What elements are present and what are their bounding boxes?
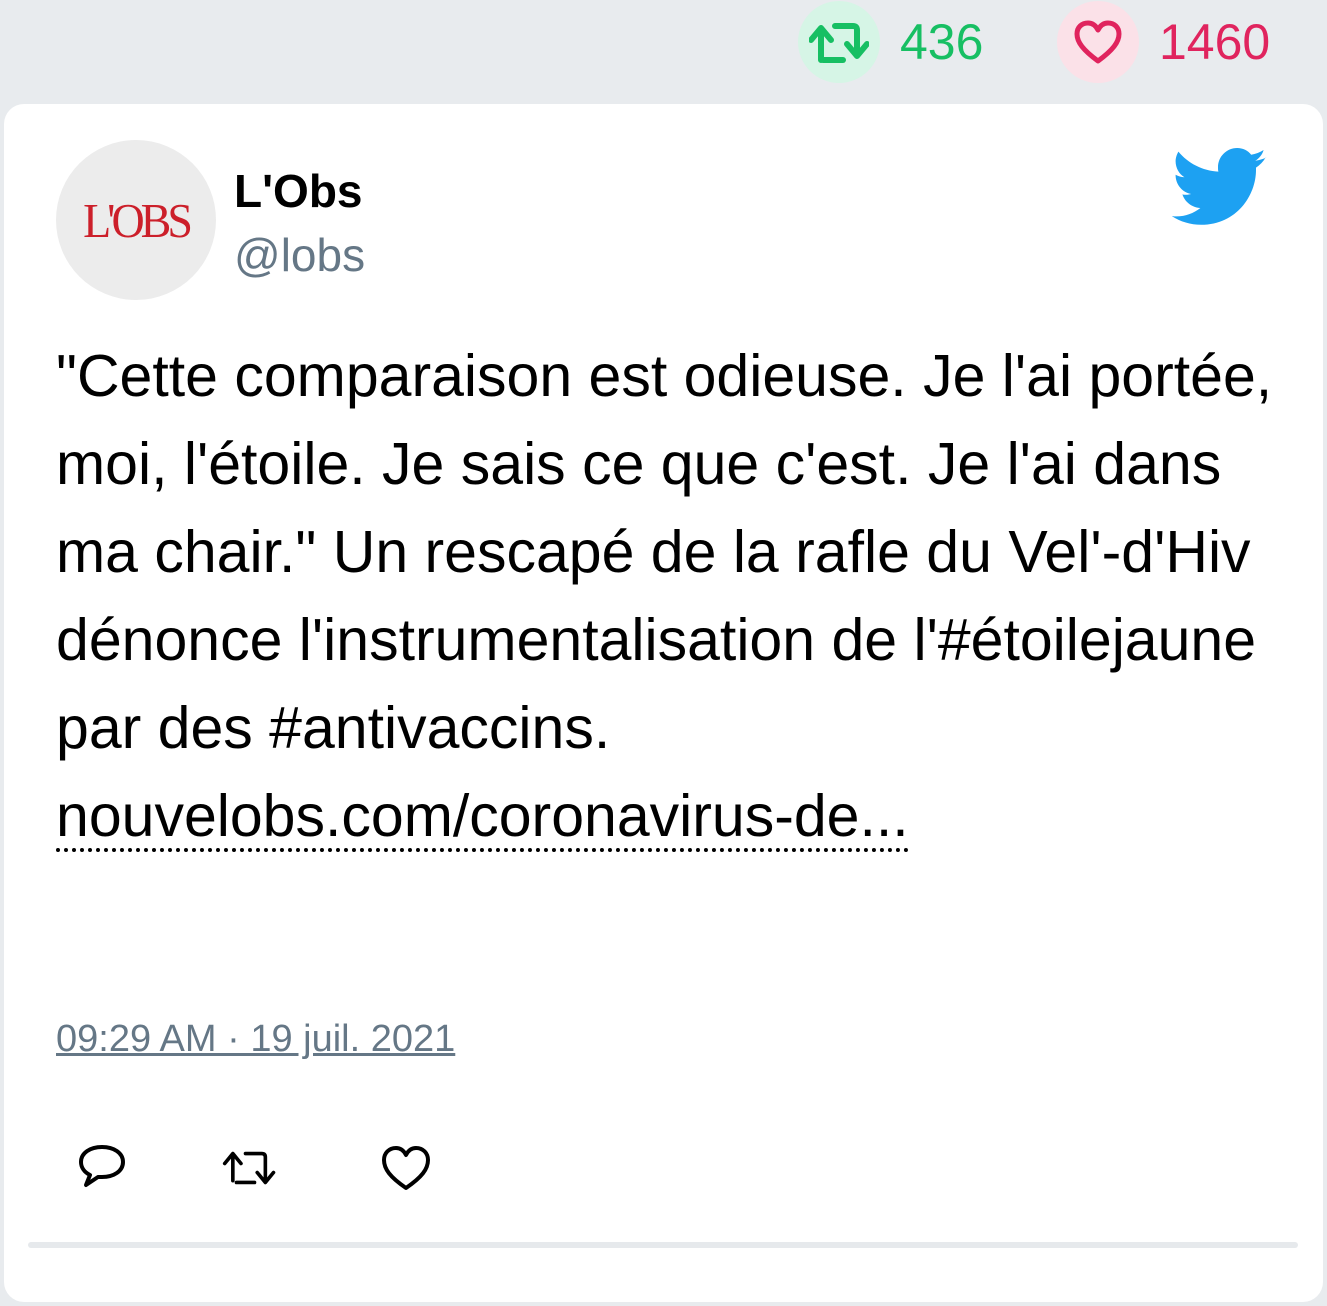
retweet-icon [222,1151,276,1185]
avatar[interactable]: L'OBS [56,140,216,300]
reply-icon [79,1145,125,1187]
author-handle[interactable]: @lobs [234,232,365,278]
tweet-card: L'OBS L'Obs @lobs "Cette comparaison est… [4,104,1323,1302]
avatar-logo-text: L'OBS [83,193,193,247]
retweet-count: 436 [900,14,984,70]
reply-button[interactable] [74,1140,130,1196]
heart-icon [1074,20,1122,64]
like-stat-icon-circle [1057,1,1139,83]
tweet-link[interactable]: nouvelobs.com/coronavirus-de... [56,787,909,852]
like-icon [382,1146,430,1190]
retweet-button[interactable] [222,1140,278,1196]
retweet-icon [809,23,869,63]
tweet-body: "Cette comparaison est odieuse. Je l'ai … [56,332,1286,860]
like-stat[interactable]: 1460 [1057,0,1270,84]
tweet-text: "Cette comparaison est odieuse. Je l'ai … [56,343,1273,761]
retweet-stat[interactable]: 436 [798,0,983,84]
divider [28,1242,1298,1248]
retweet-stat-icon-circle [798,1,880,83]
tweet-timestamp[interactable]: 09:29 AM · 19 juil. 2021 [56,1020,455,1058]
like-button[interactable] [378,1140,434,1196]
like-count: 1460 [1159,14,1271,70]
author-name[interactable]: L'Obs [234,168,363,214]
engagement-stats-bar: 436 1460 [0,0,1327,100]
twitter-bird-icon[interactable] [1172,148,1268,228]
